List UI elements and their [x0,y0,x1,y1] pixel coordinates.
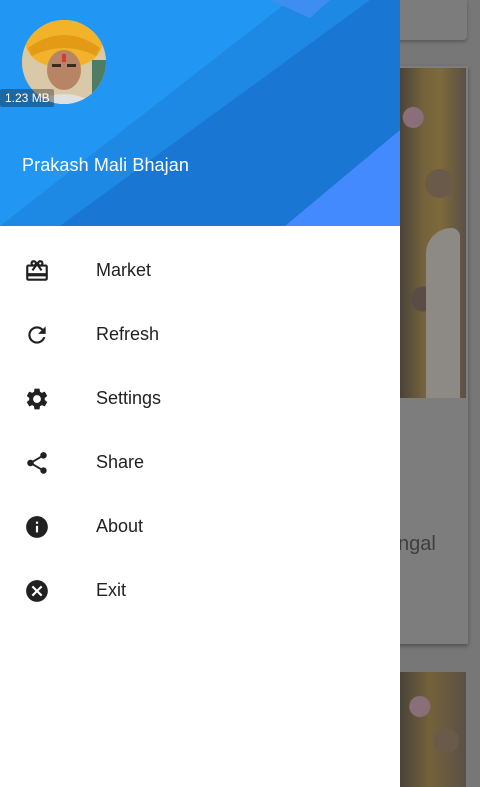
menu-item-market[interactable]: Market [0,238,400,302]
drawer-menu: Market Refresh Settings Share About Exit [0,238,400,622]
close-circle-icon [24,578,50,604]
size-badge: 1.23 MB [0,89,54,107]
gift-card-icon [24,258,50,284]
menu-item-settings[interactable]: Settings [0,366,400,430]
menu-item-label: Refresh [96,324,160,344]
background-card-image [400,68,466,398]
menu-item-label: Exit [96,580,127,600]
info-icon [24,514,50,540]
navigation-drawer: 1.23 MB Prakash Mali Bhajan Market Refre… [0,0,400,787]
app-name: Prakash Mali Bhajan [22,155,189,175]
menu-item-refresh[interactable]: Refresh [0,302,400,366]
menu-item-label: About [96,516,144,536]
menu-item-exit[interactable]: Exit [0,558,400,622]
background-card-text: ngal [398,533,436,555]
menu-item-share[interactable]: Share [0,430,400,494]
menu-item-label: Share [96,452,145,472]
gear-icon [24,386,50,412]
menu-item-about[interactable]: About [0,494,400,558]
background-card-image-2 [400,672,466,787]
background-card-top[interactable] [395,0,467,40]
refresh-icon [24,322,50,348]
menu-item-label: Market [96,260,152,280]
menu-item-label: Settings [96,388,162,408]
drawer-header: 1.23 MB Prakash Mali Bhajan [0,0,400,226]
share-icon [24,450,50,476]
